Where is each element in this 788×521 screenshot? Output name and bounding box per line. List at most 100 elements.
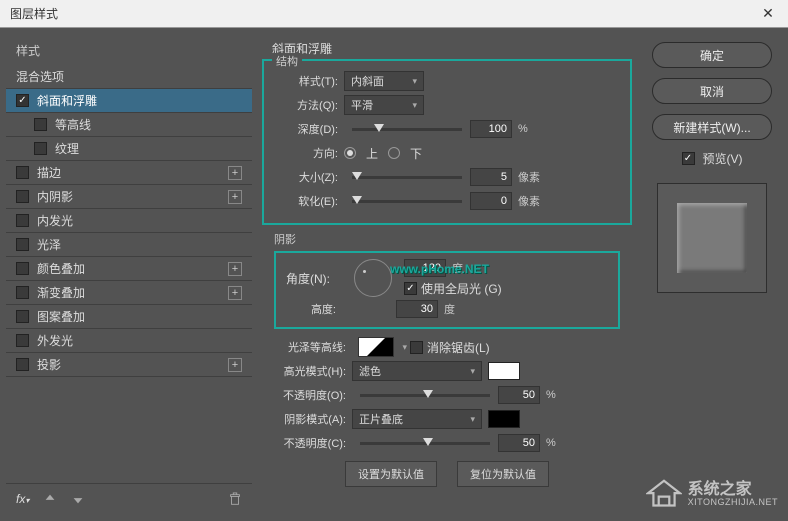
blending-options-label: 混合选项 [16, 68, 64, 85]
blending-options-item[interactable]: 混合选项 [6, 65, 252, 89]
style-checkbox[interactable]: ✓ [16, 94, 29, 107]
angle-input[interactable] [404, 259, 446, 277]
style-item-3[interactable]: 描边 + [6, 161, 252, 185]
size-label: 大小(Z): [276, 169, 344, 185]
size-input[interactable] [470, 168, 512, 186]
angle-unit: 度 [452, 260, 482, 276]
direction-up-radio[interactable] [344, 147, 356, 159]
ok-button[interactable]: 确定 [652, 42, 772, 68]
style-checkbox[interactable] [16, 286, 29, 299]
action-panel: 确定 取消 新建样式(W)... 预览(V) [642, 36, 782, 513]
structure-legend: 结构 [272, 53, 302, 69]
panel-header: 斜面和浮雕 [272, 40, 632, 57]
style-checkbox[interactable] [16, 214, 29, 227]
dialog-body: 样式 混合选项 ✓斜面和浮雕等高线纹理描边+内阴影+内发光光泽颜色叠加+渐变叠加… [0, 28, 788, 521]
angle-dial[interactable] [354, 259, 392, 297]
down-label: 下 [410, 145, 422, 162]
style-label: 纹理 [55, 140, 79, 157]
sidebar-header: 样式 [6, 36, 252, 65]
style-item-7[interactable]: 颜色叠加+ [6, 257, 252, 281]
add-effect-icon[interactable]: + [228, 262, 242, 276]
style-checkbox[interactable] [16, 262, 29, 275]
highlight-opacity-slider[interactable] [360, 394, 490, 397]
global-light-checkbox[interactable] [404, 282, 417, 295]
size-unit: 像素 [518, 169, 548, 185]
move-down-icon[interactable] [71, 492, 85, 506]
soften-unit: 像素 [518, 193, 548, 209]
style-label: 外发光 [37, 332, 73, 349]
method-select[interactable]: 平滑 [344, 95, 424, 115]
add-effect-icon[interactable]: + [228, 358, 242, 372]
highlight-opacity-label: 不透明度(O): [274, 387, 352, 403]
style-checkbox[interactable] [16, 166, 29, 179]
fx-menu-button[interactable]: fx▾ [16, 492, 29, 506]
cancel-button[interactable]: 取消 [652, 78, 772, 104]
style-label: 样式(T): [276, 73, 344, 89]
style-label: 描边 [37, 164, 61, 181]
style-select[interactable]: 内斜面 [344, 71, 424, 91]
contour-label: 光泽等高线: [274, 339, 352, 355]
style-checkbox[interactable] [16, 238, 29, 251]
shading-group: 阴影 角度(N): 度 使用全局光 (G) [262, 231, 632, 497]
shadow-mode-select[interactable]: 正片叠底 [352, 409, 482, 429]
make-default-button[interactable]: 设置为默认值 [345, 461, 437, 487]
style-item-0[interactable]: ✓斜面和浮雕 [6, 89, 252, 113]
style-checkbox[interactable] [34, 142, 47, 155]
trash-icon[interactable] [228, 492, 242, 506]
new-style-button[interactable]: 新建样式(W)... [652, 114, 772, 140]
shadow-opacity-input[interactable] [498, 434, 540, 452]
shadow-opacity-slider[interactable] [360, 442, 490, 445]
close-button[interactable]: ✕ [748, 0, 788, 28]
hl-pct: % [546, 389, 576, 401]
add-effect-icon[interactable]: + [228, 166, 242, 180]
style-item-4[interactable]: 内阴影 + [6, 185, 252, 209]
size-slider[interactable] [352, 176, 462, 179]
style-checkbox[interactable] [16, 190, 29, 203]
method-label: 方法(Q): [276, 97, 344, 113]
altitude-label: 高度: [286, 301, 342, 317]
move-up-icon[interactable] [43, 492, 57, 506]
highlight-mode-select[interactable]: 滤色 [352, 361, 482, 381]
depth-slider[interactable] [352, 128, 462, 131]
depth-input[interactable] [470, 120, 512, 138]
style-checkbox[interactable] [16, 334, 29, 347]
add-effect-icon[interactable]: + [228, 190, 242, 204]
shadow-mode-label: 阴影模式(A): [274, 411, 352, 427]
direction-label: 方向: [276, 145, 344, 161]
style-checkbox[interactable] [16, 310, 29, 323]
style-label: 光泽 [37, 236, 61, 253]
highlight-mode-label: 高光模式(H): [274, 363, 352, 379]
style-item-9[interactable]: 图案叠加 [6, 305, 252, 329]
style-item-8[interactable]: 渐变叠加+ [6, 281, 252, 305]
shadow-color-swatch[interactable] [488, 410, 520, 428]
altitude-input[interactable] [396, 300, 438, 318]
highlight-color-swatch[interactable] [488, 362, 520, 380]
altitude-unit: 度 [444, 301, 474, 317]
soften-input[interactable] [470, 192, 512, 210]
style-item-2[interactable]: 纹理 [6, 137, 252, 161]
sidebar-footer: fx▾ [6, 483, 252, 513]
style-checkbox[interactable] [34, 118, 47, 131]
highlight-opacity-input[interactable] [498, 386, 540, 404]
preview-checkbox[interactable] [682, 152, 695, 165]
style-checkbox[interactable] [16, 358, 29, 371]
soften-slider[interactable] [352, 200, 462, 203]
style-item-6[interactable]: 光泽 [6, 233, 252, 257]
style-label: 内发光 [37, 212, 73, 229]
reset-default-button[interactable]: 复位为默认值 [457, 461, 549, 487]
antialias-label: 消除锯齿(L) [427, 339, 490, 356]
direction-down-radio[interactable] [388, 147, 400, 159]
style-label: 内阴影 [37, 188, 73, 205]
style-item-1[interactable]: 等高线 [6, 113, 252, 137]
add-effect-icon[interactable]: + [228, 286, 242, 300]
style-item-11[interactable]: 投影+ [6, 353, 252, 377]
contour-picker[interactable]: ▾ [358, 337, 394, 357]
soften-label: 软化(E): [276, 193, 344, 209]
style-item-5[interactable]: 内发光 [6, 209, 252, 233]
preview-label: 预览(V) [703, 150, 743, 167]
style-item-10[interactable]: 外发光 [6, 329, 252, 353]
preview-swatch [677, 203, 747, 273]
structure-group: 结构 样式(T): 内斜面 方法(Q): 平滑 深度(D): % 方向: 上 下 [262, 59, 632, 225]
shadow-opacity-label: 不透明度(C): [274, 435, 352, 451]
antialias-checkbox[interactable] [410, 341, 423, 354]
